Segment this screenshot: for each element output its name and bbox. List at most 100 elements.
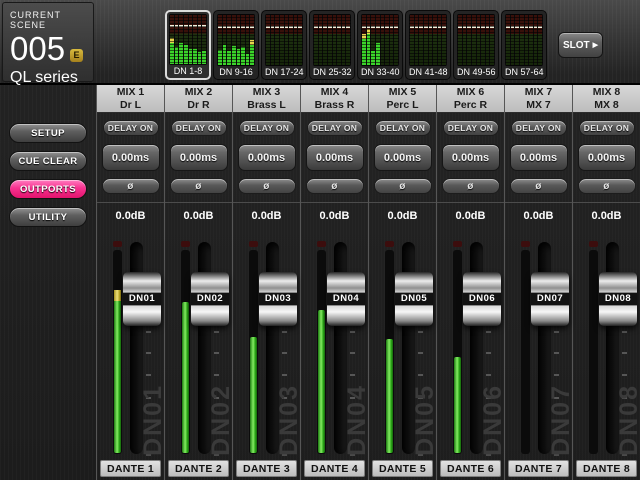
fader-knob-top — [123, 272, 161, 292]
phase-button[interactable]: ø — [510, 178, 568, 194]
meter-bank-dn17-24[interactable]: DN 17-24 — [261, 10, 307, 80]
channel-mix-label: MIX 5 — [369, 86, 436, 99]
delay-on-button[interactable]: DELAY ON — [511, 120, 567, 136]
meter-column — [289, 15, 293, 65]
phase-button[interactable]: ø — [306, 178, 364, 194]
cue-clear-button[interactable]: CUE CLEAR — [9, 151, 87, 171]
delay-time-button[interactable]: 0.00ms — [442, 144, 500, 171]
delay-time-button[interactable]: 0.00ms — [238, 144, 296, 171]
fader-knob[interactable]: DN07 — [531, 272, 569, 326]
delay-time-button[interactable]: 0.00ms — [170, 144, 228, 171]
meter-column — [376, 15, 380, 65]
patch-watermark: DN05 — [411, 384, 440, 456]
over-led — [249, 241, 258, 247]
delay-time-button[interactable]: 0.00ms — [306, 144, 364, 171]
delay-time-button[interactable]: 0.00ms — [374, 144, 432, 171]
phase-button[interactable]: ø — [102, 178, 160, 194]
phase-button[interactable]: ø — [442, 178, 500, 194]
channel-header[interactable]: MIX 4 Brass R — [301, 85, 368, 113]
port-name-button[interactable]: DANTE 1 — [100, 460, 161, 477]
port-name-button[interactable]: DANTE 5 — [372, 460, 433, 477]
fader-knob[interactable]: DN08 — [599, 272, 637, 326]
channel-header[interactable]: MIX 3 Brass L — [233, 85, 300, 113]
port-name-button[interactable]: DANTE 3 — [236, 460, 297, 477]
port-name-button[interactable]: DANTE 4 — [304, 460, 365, 477]
phase-button[interactable]: ø — [170, 178, 228, 194]
channel-header[interactable]: MIX 5 Perc L — [369, 85, 436, 113]
fader-level-readout: 0.0dB — [97, 207, 164, 225]
meter-bank-dn25-32[interactable]: DN 25-32 — [309, 10, 355, 80]
fader-scale-ticks — [622, 331, 627, 333]
delay-time-button[interactable]: 0.00ms — [578, 144, 636, 171]
delay-on-button[interactable]: DELAY ON — [443, 120, 499, 136]
meter-fill — [198, 52, 202, 64]
channel-header[interactable]: MIX 2 Dr R — [165, 85, 232, 113]
setup-button[interactable]: SETUP — [9, 123, 87, 143]
meter-bank-dn41-48[interactable]: DN 41-48 — [405, 10, 451, 80]
meter-bank-dn49-56[interactable]: DN 49-56 — [453, 10, 499, 80]
port-name-button[interactable]: DANTE 7 — [508, 460, 569, 477]
fader-knob[interactable]: DN02 — [191, 272, 229, 326]
outports-button[interactable]: OUTPORTS — [9, 179, 87, 199]
utility-button[interactable]: UTILITY — [9, 207, 87, 227]
slot-button[interactable]: SLOT ▶ — [558, 32, 603, 58]
phase-button[interactable]: ø — [374, 178, 432, 194]
current-scene-panel[interactable]: CURRENT SCENE 005 E QL series — [2, 2, 94, 82]
meter-fill — [193, 49, 197, 64]
fader-knob-top — [259, 272, 297, 292]
fader-knob[interactable]: DN05 — [395, 272, 433, 326]
port-name-button[interactable]: DANTE 8 — [576, 460, 637, 477]
divider — [573, 202, 640, 203]
meter-fill — [237, 49, 241, 66]
channel-level-meter — [317, 250, 326, 454]
meter-column — [184, 15, 188, 64]
fader-knob[interactable]: DN04 — [327, 272, 365, 326]
meter-column — [189, 15, 193, 64]
patch-watermark: DN01 — [139, 384, 168, 456]
channel-header[interactable]: MIX 1 Dr L — [97, 85, 164, 113]
phase-button[interactable]: ø — [578, 178, 636, 194]
meter-bank-dn1-8[interactable]: DN 1-8 — [165, 10, 211, 80]
meter-fill — [250, 40, 254, 65]
port-name-button[interactable]: DANTE 2 — [168, 460, 229, 477]
bank-label: DN 33-40 — [361, 66, 399, 79]
delay-on-button[interactable]: DELAY ON — [103, 120, 159, 136]
meter-bank-dn33-40[interactable]: DN 33-40 — [357, 10, 403, 80]
meter-column — [266, 15, 270, 65]
fader-knob[interactable]: DN03 — [259, 272, 297, 326]
fader-knob[interactable]: DN01 — [123, 272, 161, 326]
meter-bank-dn57-64[interactable]: DN 57-64 — [501, 10, 547, 80]
scene-number: 005 — [10, 32, 65, 66]
meter-bank-dn9-16[interactable]: DN 9-16 — [213, 10, 259, 80]
bank-meters — [457, 14, 495, 66]
fader-knob[interactable]: DN06 — [463, 272, 501, 326]
meter-column — [534, 15, 538, 65]
fader-level-readout: 0.0dB — [369, 207, 436, 225]
channel-header[interactable]: MIX 6 Perc R — [437, 85, 504, 113]
fader-knob-bottom — [327, 306, 365, 326]
delay-on-button[interactable]: DELAY ON — [171, 120, 227, 136]
meter-column — [285, 15, 289, 65]
bank-meters — [409, 14, 447, 66]
meter-column — [481, 15, 485, 65]
delay-on-button[interactable]: DELAY ON — [375, 120, 431, 136]
delay-on-button[interactable]: DELAY ON — [239, 120, 295, 136]
channel-header[interactable]: MIX 8 MX 8 — [573, 85, 640, 113]
meter-column — [511, 15, 515, 65]
bank-meters — [265, 14, 303, 66]
channel-name-label: Dr R — [165, 99, 232, 112]
meter-fill — [218, 50, 222, 66]
bank-label: DN 25-32 — [313, 66, 351, 79]
delay-time-button[interactable]: 0.00ms — [510, 144, 568, 171]
delay-on-button[interactable]: DELAY ON — [307, 120, 363, 136]
channel-header[interactable]: MIX 7 MX 7 — [505, 85, 572, 113]
delay-time-button[interactable]: 0.00ms — [102, 144, 160, 171]
over-led — [113, 241, 122, 247]
port-name-button[interactable]: DANTE 6 — [440, 460, 501, 477]
phase-button[interactable]: ø — [238, 178, 296, 194]
meter-column — [394, 15, 398, 65]
fader-level-readout: 0.0dB — [165, 207, 232, 225]
divider — [301, 202, 368, 203]
delay-on-button[interactable]: DELAY ON — [579, 120, 635, 136]
over-led — [521, 241, 530, 247]
